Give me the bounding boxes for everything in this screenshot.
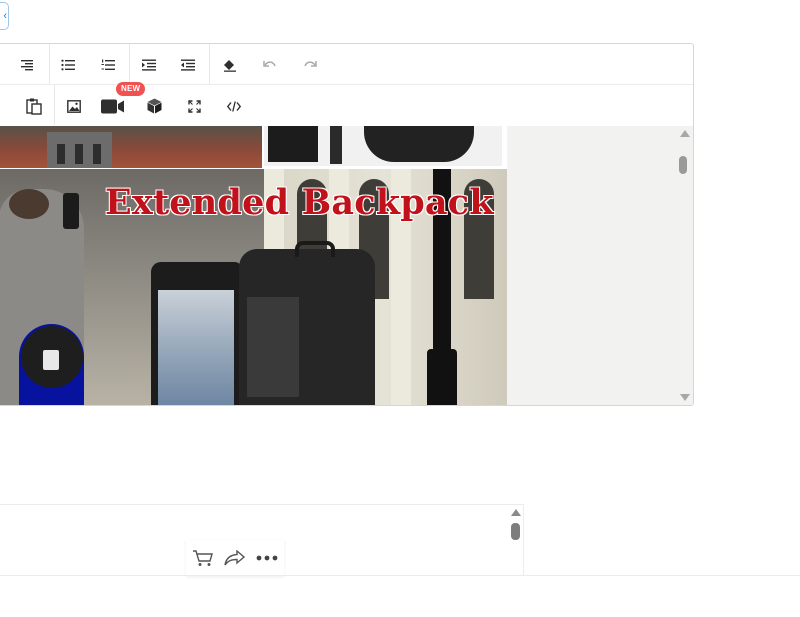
editor-scrollbar[interactable] [676, 126, 692, 405]
numbered-list-icon [101, 59, 115, 70]
video-icon [101, 99, 124, 113]
toolbar-divider [54, 85, 55, 125]
scroll-down-arrow[interactable] [680, 394, 690, 401]
editor-content[interactable]: Extended Backpack [0, 126, 693, 405]
action-bar [186, 540, 284, 576]
scroll-up-arrow[interactable] [511, 509, 521, 516]
toolbar-divider [209, 44, 210, 84]
undo-button[interactable] [256, 52, 284, 78]
3d-cube-icon [147, 98, 161, 114]
toolbar-row-1 [0, 44, 693, 85]
bulleted-list-icon [61, 59, 75, 71]
divider [0, 575, 800, 576]
image-icon [67, 99, 81, 113]
paste-icon [26, 98, 42, 115]
indent-button[interactable] [135, 52, 163, 78]
insert-3d-button[interactable] [140, 93, 168, 119]
add-to-cart-button[interactable] [190, 547, 216, 569]
chevron-icon: ‹ [3, 10, 7, 22]
toolbar-divider [129, 44, 130, 84]
rich-text-editor: NEW Extended Backpack [0, 43, 694, 406]
side-toggle-button[interactable]: ‹ [0, 2, 9, 30]
scroll-thumb[interactable] [679, 156, 687, 174]
scroll-up-arrow[interactable] [680, 130, 690, 137]
eraser-icon [224, 59, 236, 72]
align-right-icon [21, 60, 33, 71]
paste-button[interactable] [20, 93, 48, 119]
product-image-top-left [0, 126, 262, 168]
share-button[interactable] [222, 547, 248, 569]
insert-image-button[interactable] [60, 93, 88, 119]
toolbar-row-2: NEW [0, 82, 693, 126]
banner-title: Extended Backpack [105, 182, 494, 223]
source-code-button[interactable] [220, 93, 248, 119]
cart-icon [193, 550, 213, 566]
lower-scrollbar[interactable] [509, 505, 523, 575]
clear-format-button[interactable] [216, 52, 244, 78]
fullscreen-button[interactable] [180, 93, 208, 119]
more-options-button[interactable] [254, 547, 280, 569]
bulleted-list-button[interactable] [54, 52, 82, 78]
outdent-icon [181, 59, 195, 71]
fullscreen-icon [187, 99, 201, 113]
usb-port-badge [19, 324, 84, 405]
code-icon [227, 100, 241, 112]
undo-icon [263, 61, 276, 67]
scroll-thumb[interactable] [511, 523, 520, 540]
outdent-button[interactable] [174, 52, 202, 78]
redo-button[interactable] [296, 52, 324, 78]
indent-icon [142, 59, 156, 71]
insert-video-button[interactable] [100, 93, 126, 119]
toolbar-divider [49, 44, 50, 84]
redo-icon [304, 61, 317, 67]
product-banner-image: Extended Backpack [0, 169, 507, 405]
share-icon [224, 550, 246, 566]
numbered-list-button[interactable] [94, 52, 122, 78]
more-icon [256, 555, 278, 561]
align-right-button[interactable] [13, 52, 41, 78]
product-image-top-right [264, 126, 502, 166]
